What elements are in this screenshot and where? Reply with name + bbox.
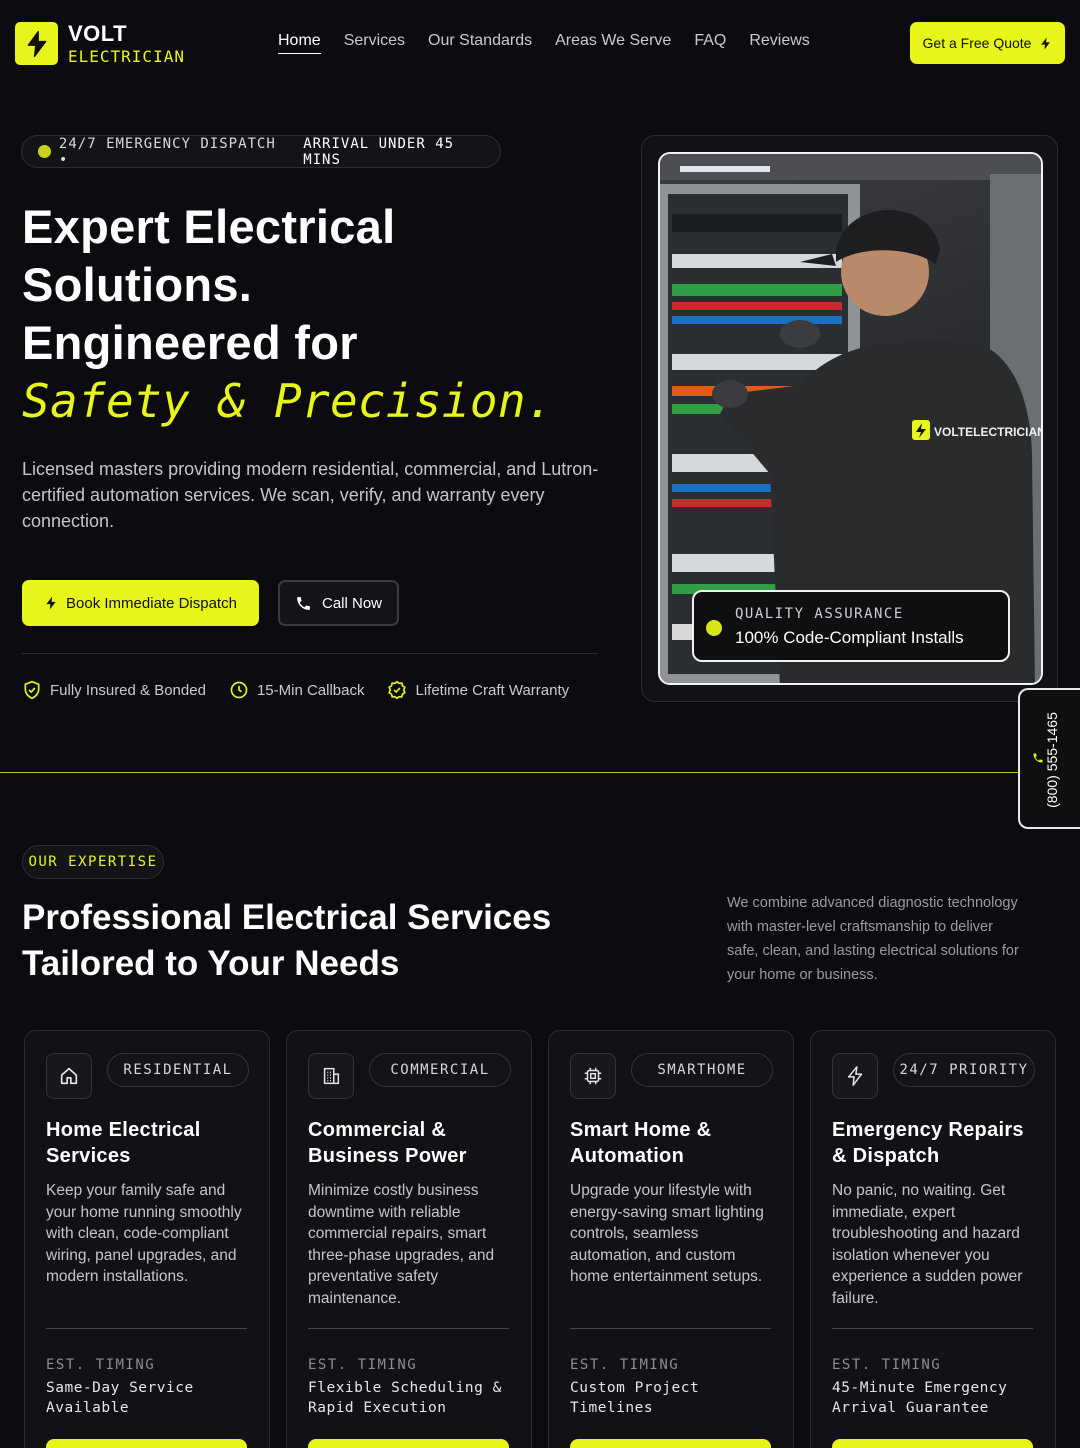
hero-title-highlight: Safety & Precision. xyxy=(22,374,554,428)
service-cards: RESIDENTIAL Home Electrical Services Kee… xyxy=(24,1030,1056,1448)
hero-image-card: VOLTELECTRICIAN QUALITY ASSURANCE 100% C… xyxy=(641,135,1058,702)
bolt-icon xyxy=(1041,37,1051,49)
bolt-logo-icon xyxy=(15,22,58,65)
card-tag: SMARTHOME xyxy=(631,1053,773,1087)
qa-text: 100% Code-Compliant Installs xyxy=(735,628,964,647)
card-action-button[interactable] xyxy=(570,1439,771,1448)
home-icon xyxy=(46,1053,92,1099)
card-text: Upgrade your lifestyle with energy-savin… xyxy=(570,1182,764,1285)
hero-title-line-3: Engineered for xyxy=(22,316,358,369)
card-tag: COMMERCIAL xyxy=(369,1053,511,1087)
card-title: Emergency Repairs & Dispatch xyxy=(832,1119,1024,1167)
chip-icon xyxy=(570,1053,616,1099)
hero-description: Licensed masters providing modern reside… xyxy=(22,459,599,531)
side-phone-tab[interactable]: (800) 555-1465 xyxy=(1018,688,1080,829)
hero-headline: Expert Electrical Solutions. Engineered … xyxy=(22,198,554,430)
call-now-button[interactable]: Call Now xyxy=(278,580,399,626)
card-title: Smart Home & Automation xyxy=(570,1119,712,1167)
service-card-commercial[interactable]: COMMERCIAL Commercial & Business Power M… xyxy=(286,1030,532,1448)
jacket-logo-text: VOLTELECTRICIAN xyxy=(934,425,1043,439)
shield-check-icon xyxy=(24,680,40,700)
emergency-dispatch-pill: 24/7 EMERGENCY DISPATCH • ARRIVAL UNDER … xyxy=(21,135,501,168)
status-dot xyxy=(38,145,51,158)
services-title: Professional Electrical Services Tailore… xyxy=(22,898,552,983)
hero-title-line-1: Expert Electrical xyxy=(22,200,396,253)
card-timing-value: Custom Project Timelines xyxy=(570,1380,700,1416)
card-divider xyxy=(46,1328,247,1329)
side-phone-number: (800) 555-1465 xyxy=(1044,712,1060,808)
services-description: We combine advanced diagnostic technolog… xyxy=(727,895,1019,983)
book-dispatch-label: Book Immediate Dispatch xyxy=(66,594,237,612)
card-tag: 24/7 PRIORITY xyxy=(893,1053,1035,1087)
card-title: Commercial & Business Power xyxy=(308,1119,467,1167)
hero-divider xyxy=(22,653,598,654)
card-action-button[interactable] xyxy=(308,1439,509,1448)
book-dispatch-button[interactable]: Book Immediate Dispatch xyxy=(22,580,259,626)
service-card-emergency[interactable]: 24/7 PRIORITY Emergency Repairs & Dispat… xyxy=(810,1030,1056,1448)
brand-logo[interactable]: VOLT ELECTRICIAN xyxy=(15,22,185,65)
phone-icon xyxy=(297,596,310,610)
bolt-icon xyxy=(46,596,56,610)
call-now-label: Call Now xyxy=(321,594,382,612)
badge-warranty: Lifetime Craft Warranty xyxy=(387,680,569,700)
brand-name: VOLT xyxy=(68,20,128,46)
card-divider xyxy=(570,1328,771,1329)
phone-icon xyxy=(1033,753,1043,763)
card-action-button[interactable] xyxy=(46,1439,247,1448)
quality-assurance-box: QUALITY ASSURANCE 100% Code-Compliant In… xyxy=(692,590,1010,662)
get-quote-button[interactable]: Get a Free Quote xyxy=(910,22,1065,64)
card-timing-label: EST. TIMING xyxy=(308,1357,418,1373)
top-nav: VOLT ELECTRICIAN Home Services Our Stand… xyxy=(0,0,1080,86)
nav-faq[interactable]: FAQ xyxy=(694,32,726,54)
trust-badges: Fully Insured & Bonded 15-Min Callback L… xyxy=(22,680,569,700)
section-divider xyxy=(0,772,1018,773)
electrician-photo: VOLTELECTRICIAN QUALITY ASSURANCE 100% C… xyxy=(658,152,1043,685)
badge-callback-label: 15-Min Callback xyxy=(256,681,365,699)
card-title: Home Electrical Services xyxy=(46,1119,201,1167)
nav-areas-we-serve[interactable]: Areas We Serve xyxy=(555,32,671,54)
nav-our-standards[interactable]: Our Standards xyxy=(428,32,532,54)
card-text: Keep your family safe and your home runn… xyxy=(46,1182,242,1285)
badge-warranty-label: Lifetime Craft Warranty xyxy=(415,681,570,699)
main-menu: Home Services Our Standards Areas We Ser… xyxy=(278,32,810,54)
nav-home[interactable]: Home xyxy=(278,32,321,54)
card-divider xyxy=(308,1328,509,1329)
card-divider xyxy=(832,1328,1033,1329)
get-quote-label: Get a Free Quote xyxy=(922,35,1032,51)
badge-callback: 15-Min Callback xyxy=(229,680,365,700)
card-tag: RESIDENTIAL xyxy=(107,1053,249,1087)
card-text: Minimize costly business downtime with r… xyxy=(308,1182,495,1307)
card-text: No panic, no waiting. Get immediate, exp… xyxy=(832,1182,1023,1307)
bolt-icon xyxy=(832,1053,878,1099)
status-dot xyxy=(706,620,722,636)
card-timing-label: EST. TIMING xyxy=(832,1357,942,1373)
expertise-pill: OUR EXPERTISE xyxy=(22,845,164,879)
qa-label: QUALITY ASSURANCE xyxy=(735,606,904,622)
hero-title-line-2: Solutions. xyxy=(22,258,253,311)
card-action-button[interactable] xyxy=(832,1439,1033,1448)
pill-text-dispatch: 24/7 EMERGENCY DISPATCH • xyxy=(58,135,276,168)
verified-badge-icon xyxy=(388,680,407,700)
card-timing-value: Flexible Scheduling & Rapid Execution xyxy=(308,1380,502,1416)
service-card-residential[interactable]: RESIDENTIAL Home Electrical Services Kee… xyxy=(24,1030,270,1448)
service-card-smarthome[interactable]: SMARTHOME Smart Home & Automation Upgrad… xyxy=(548,1030,794,1448)
card-timing-value: 45-Minute Emergency Arrival Guarantee xyxy=(832,1380,1008,1416)
card-timing-value: Same-Day Service Available xyxy=(46,1380,194,1416)
badge-insured-label: Fully Insured & Bonded xyxy=(50,681,206,699)
badge-insured: Fully Insured & Bonded xyxy=(22,680,206,700)
brand-subname: ELECTRICIAN xyxy=(68,46,185,66)
pill-text-arrival: ARRIVAL UNDER 45 MINS xyxy=(303,135,455,168)
clock-icon xyxy=(230,681,248,699)
nav-reviews[interactable]: Reviews xyxy=(749,32,809,54)
nav-services[interactable]: Services xyxy=(344,32,405,54)
card-timing-label: EST. TIMING xyxy=(570,1357,680,1373)
building-icon xyxy=(308,1053,354,1099)
card-timing-label: EST. TIMING xyxy=(46,1357,156,1373)
